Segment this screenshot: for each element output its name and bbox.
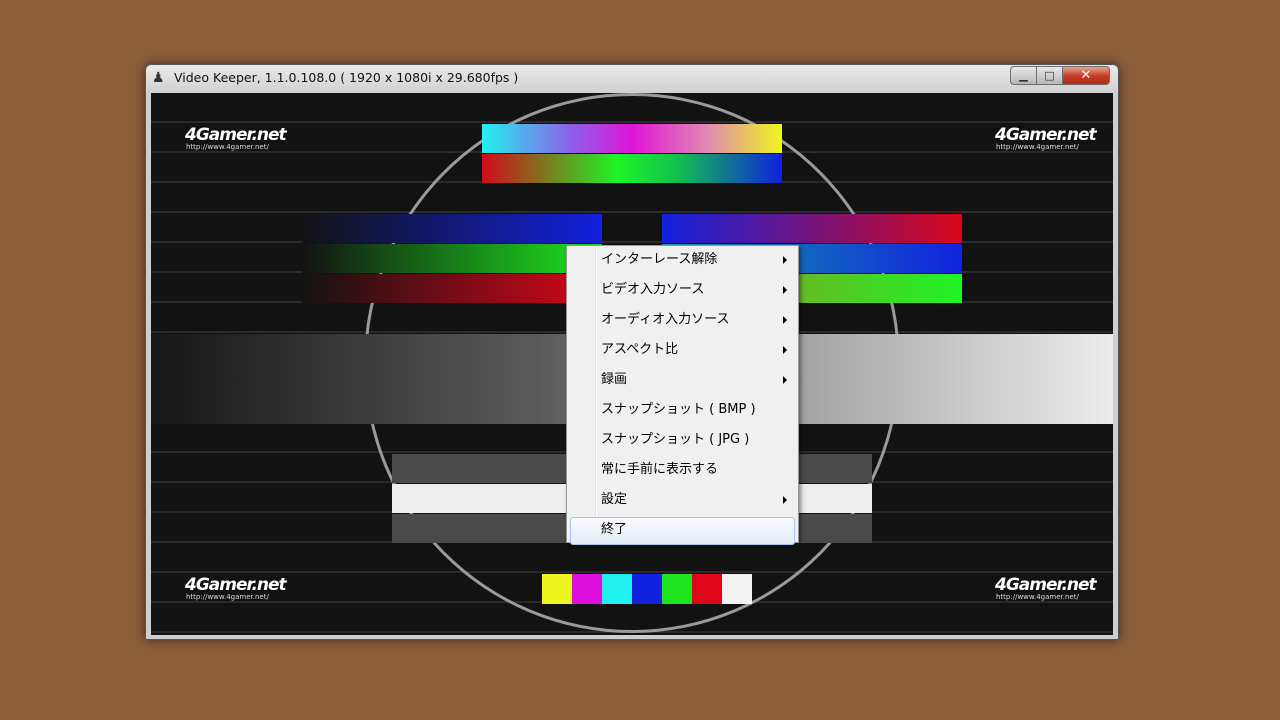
menu-item-label: 録画: [601, 372, 628, 387]
logo-bottom-left: 4Gamer.net: [185, 575, 287, 595]
maximize-button[interactable]: □: [1036, 66, 1063, 85]
color-swatch-cyan: [602, 574, 632, 604]
red-fade-left: [302, 274, 602, 303]
blue-red-gradient-right: [662, 214, 962, 243]
minimize-button[interactable]: ▁: [1010, 66, 1037, 85]
menu-item-aspect-ratio[interactable]: アスペクト比: [570, 337, 795, 365]
submenu-arrow-icon: [783, 286, 787, 294]
color-swatch-yellow: [542, 574, 572, 604]
logo-url-bottom-left: http://www.4gamer.net/: [186, 593, 269, 601]
blue-fade-left: [302, 214, 602, 243]
menu-item-label: インターレース解除: [601, 252, 718, 267]
menu-item-label: スナップショット ( BMP ): [601, 402, 756, 417]
context-menu: インターレース解除 ビデオ入力ソース オーディオ入力ソース アスペクト比 録画 …: [566, 245, 799, 545]
window-title: Video Keeper, 1.1.0.108.0 ( 1920 x 1080i…: [174, 70, 519, 85]
menu-item-always-on-top[interactable]: 常に手前に表示する: [570, 457, 795, 485]
submenu-arrow-icon: [783, 376, 787, 384]
logo-top-left: 4Gamer.net: [185, 125, 287, 145]
hue-gradient-bar-bottom: [482, 154, 782, 183]
logo-url-top-left: http://www.4gamer.net/: [186, 143, 269, 151]
menu-item-label: オーディオ入力ソース: [601, 312, 730, 327]
menu-item-label: アスペクト比: [601, 342, 679, 357]
submenu-arrow-icon: [783, 496, 787, 504]
menu-item-audio-input-source[interactable]: オーディオ入力ソース: [570, 307, 795, 335]
menu-item-record[interactable]: 録画: [570, 367, 795, 395]
hue-gradient-bar-top: [482, 124, 782, 153]
close-button[interactable]: ✕: [1062, 66, 1110, 85]
menu-item-snapshot-jpg[interactable]: スナップショット ( JPG ): [570, 427, 795, 455]
logo-url-bottom-right: http://www.4gamer.net/: [996, 593, 1079, 601]
green-fade-left: [302, 244, 602, 273]
menu-item-label: スナップショット ( JPG ): [601, 432, 750, 447]
color-swatch-red: [692, 574, 722, 604]
menu-item-video-input-source[interactable]: ビデオ入力ソース: [570, 277, 795, 305]
submenu-arrow-icon: [783, 346, 787, 354]
submenu-arrow-icon: [783, 316, 787, 324]
menu-item-label: ビデオ入力ソース: [601, 282, 705, 297]
logo-url-top-right: http://www.4gamer.net/: [996, 143, 1079, 151]
color-swatch-magenta: [572, 574, 602, 604]
joystick-icon[interactable]: ♟: [152, 70, 168, 86]
color-swatch-green: [662, 574, 692, 604]
menu-item-label: 終了: [601, 522, 628, 537]
logo-top-right: 4Gamer.net: [995, 125, 1097, 145]
menu-item-snapshot-bmp[interactable]: スナップショット ( BMP ): [570, 397, 795, 425]
color-swatch-blue: [632, 574, 662, 604]
menu-item-label: 常に手前に表示する: [601, 462, 719, 477]
menu-item-exit[interactable]: 終了: [570, 517, 795, 545]
menu-item-deinterlace[interactable]: インターレース解除: [570, 247, 795, 275]
menu-item-label: 設定: [601, 492, 628, 507]
menu-item-settings[interactable]: 設定: [570, 487, 795, 515]
logo-bottom-right: 4Gamer.net: [995, 575, 1097, 595]
color-swatch-white: [722, 574, 752, 604]
title-bar[interactable]: ♟ Video Keeper, 1.1.0.108.0 ( 1920 x 108…: [146, 65, 1118, 93]
submenu-arrow-icon: [783, 256, 787, 264]
